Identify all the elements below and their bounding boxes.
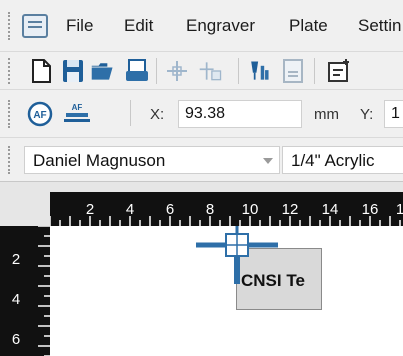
- user-dropdown[interactable]: Daniel Magnuson: [24, 146, 280, 174]
- top-ruler-label: 10: [242, 201, 259, 218]
- x-label: X:: [150, 106, 165, 123]
- material-dropdown[interactable]: 1/4" Acrylic: [282, 146, 403, 174]
- toolbar-separator: [314, 58, 315, 84]
- left-ruler: 2 4 6: [0, 226, 50, 356]
- design-canvas[interactable]: CNSI Te: [50, 226, 403, 356]
- top-ruler-label: 1: [396, 201, 403, 218]
- page-layout-icon[interactable]: [280, 57, 306, 85]
- new-file-icon[interactable]: [28, 57, 54, 85]
- menu-plate[interactable]: Plate: [289, 16, 328, 36]
- left-ruler-label: 2: [12, 251, 20, 268]
- menu-engraver[interactable]: Engraver: [186, 16, 255, 36]
- x-position-input[interactable]: 93.38: [178, 100, 302, 128]
- menu-file[interactable]: File: [66, 16, 93, 36]
- toolbar-separator: [156, 58, 157, 84]
- svg-text:AF: AF: [72, 103, 83, 112]
- app-menu-icon[interactable]: [22, 14, 48, 38]
- left-ruler-label: 6: [12, 331, 20, 348]
- top-ruler-label: 8: [206, 201, 214, 218]
- chevron-down-icon[interactable]: [263, 158, 273, 164]
- center-crosshair-icon[interactable]: [164, 57, 190, 85]
- toolbar-grip[interactable]: [8, 146, 11, 174]
- menu-grip[interactable]: [8, 12, 11, 40]
- top-ruler-label: 16: [362, 201, 379, 218]
- add-crosshair-icon[interactable]: [198, 57, 224, 85]
- svg-text:AF: AF: [33, 110, 46, 121]
- toolbar-grip[interactable]: [8, 100, 11, 128]
- user-dropdown-value: Daniel Magnuson: [33, 151, 166, 170]
- engrave-tool-icon[interactable]: [246, 57, 272, 85]
- print-icon[interactable]: [124, 57, 150, 85]
- autofocus-table-icon[interactable]: AF: [62, 100, 92, 128]
- workspace: 2 4 6 8 10 12 14 16 1 2 4 6 CNSI Te: [0, 182, 403, 356]
- menu-edit[interactable]: Edit: [124, 16, 153, 36]
- top-ruler-label: 12: [282, 201, 299, 218]
- main-toolbar: [0, 52, 403, 90]
- y-label: Y:: [360, 106, 374, 123]
- toolbar-separator: [238, 58, 239, 84]
- open-folder-icon[interactable]: [90, 57, 116, 85]
- y-position-input[interactable]: 1: [384, 100, 403, 128]
- position-toolbar: AF AF X: 93.38 mm Y: 1: [0, 90, 403, 138]
- autofocus-icon[interactable]: AF: [26, 100, 54, 128]
- top-ruler-label: 6: [166, 201, 174, 218]
- toolbar-grip[interactable]: [8, 58, 11, 84]
- top-ruler-label: 2: [86, 201, 94, 218]
- left-ruler-label: 4: [12, 291, 20, 308]
- top-ruler: 2 4 6 8 10 12 14 16 1: [50, 192, 403, 226]
- save-icon[interactable]: [60, 57, 86, 85]
- unit-label: mm: [314, 106, 339, 123]
- job-toolbar: Daniel Magnuson 1/4" Acrylic: [0, 138, 403, 182]
- move-handle[interactable]: [190, 226, 310, 296]
- toolbar-separator: [130, 100, 131, 126]
- menu-settings[interactable]: Settin: [358, 16, 401, 36]
- menu-bar: File Edit Engraver Plate Settin: [0, 0, 403, 52]
- top-ruler-label: 4: [126, 201, 134, 218]
- new-window-icon[interactable]: [326, 57, 352, 85]
- top-ruler-label: 14: [322, 201, 339, 218]
